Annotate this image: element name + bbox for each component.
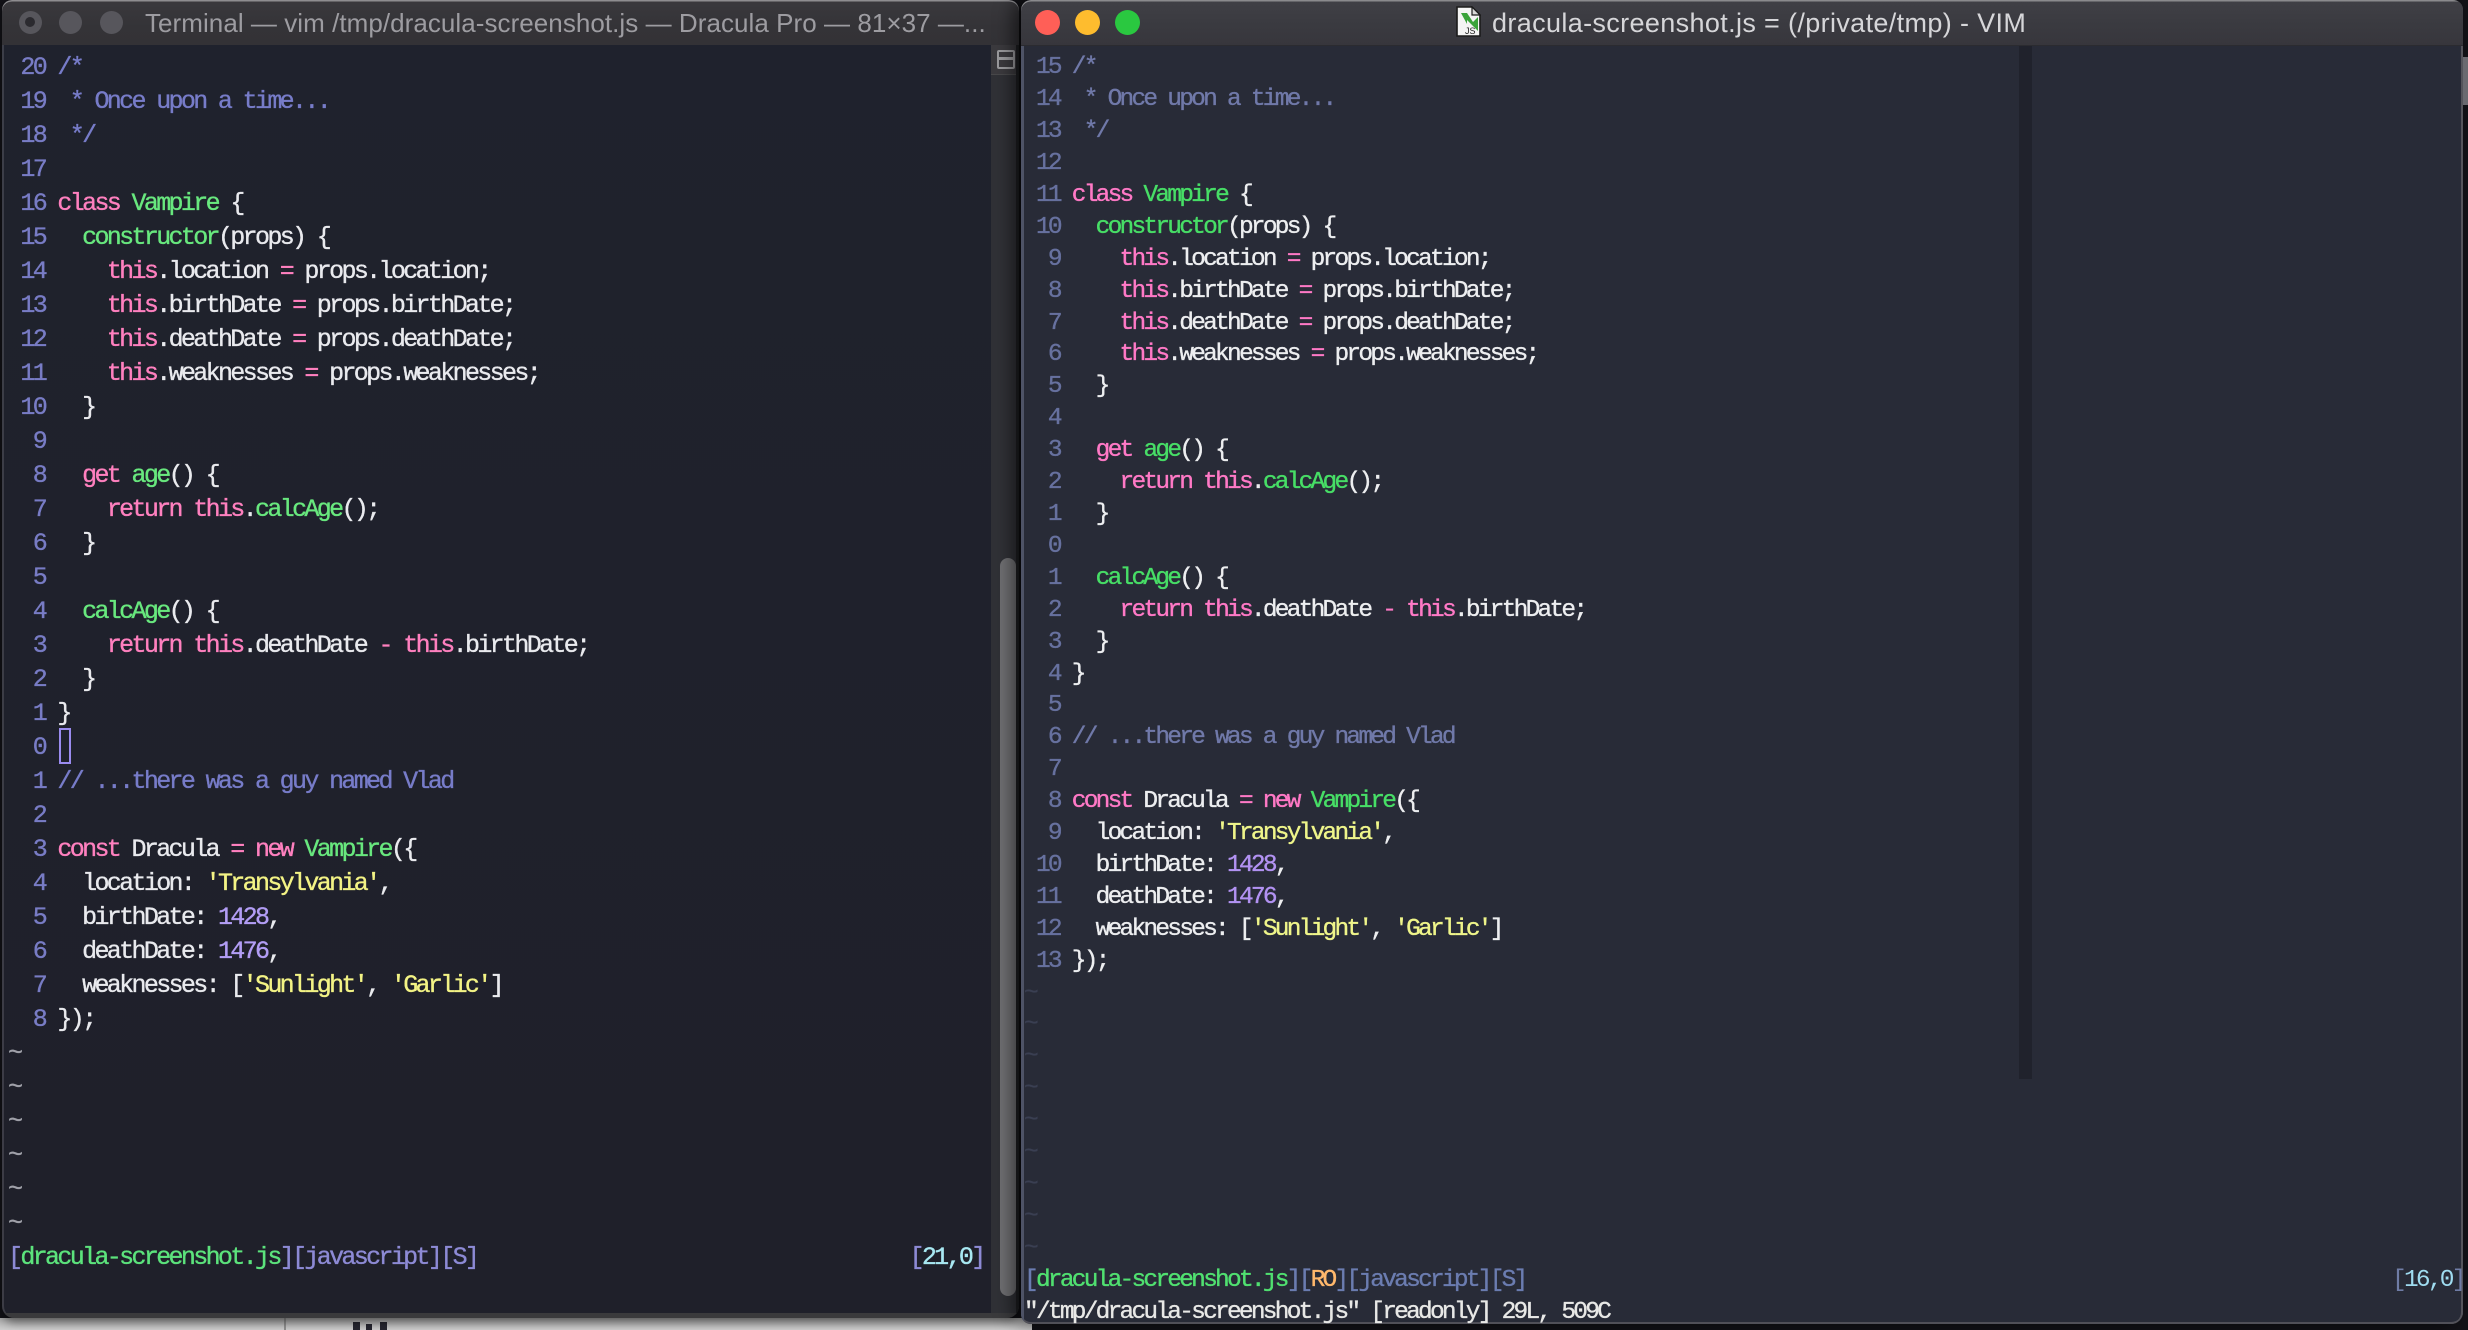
svg-text:JS: JS xyxy=(1465,26,1476,36)
